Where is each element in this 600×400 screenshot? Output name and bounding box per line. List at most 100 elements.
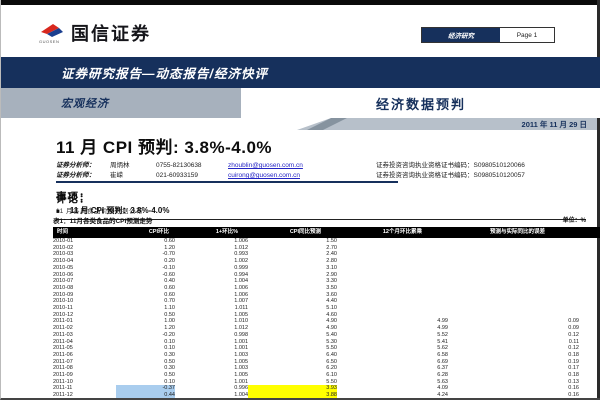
table-row: 2010-080.601.0063.50 [53,285,600,292]
table-cell: 1.010 [175,318,248,325]
table-row: 2011-120.441.0043.884.240.163.9512 个月累计涨… [53,392,600,399]
table-cell: 5.30 [248,339,337,346]
table-cell [579,278,600,285]
table-cell [579,318,600,325]
table-row: 2010-03-0.700.9932.40 [53,251,600,258]
table-cell: 1.001 [175,339,248,346]
column-header: 12个月环比累乘 [337,227,448,238]
table-cell [448,251,579,258]
table-cell: 2010-08 [53,285,116,292]
table-cell: 5.63 [337,379,448,386]
table-cell [337,238,448,245]
table-cell: 0.10 [116,339,175,346]
table-cell [579,379,600,386]
table-cell: 3.95 [579,392,600,399]
table-header-row: 时间CPI环比1+环比%CPI同比预测12个月环比累乘预测与实际同比的误差累计涨… [53,227,600,238]
table-cell [337,251,448,258]
table-cell [448,258,579,265]
table-row: 2011-080.301.0036.206.370.17 [53,365,600,372]
table-cell: 4.60 [248,312,337,319]
table-cell: 0.20 [116,258,175,265]
analysts: 证券分析师：周炳林0755-82130638zhoublin@guosen.co… [56,159,588,179]
table-cell: 4.99 [337,325,448,332]
table-row: 2011-021.201.0124.904.990.09 [53,325,600,332]
table-cell: 0.996 [175,385,248,392]
table-cell: 1.20 [116,325,175,332]
table-cell: 5.50 [248,345,337,352]
table-cell: 6.40 [248,352,337,359]
table-cell: 0.993 [175,251,248,258]
table-cell: 1.006 [175,285,248,292]
table-cell: 1.004 [175,278,248,285]
table-cell [337,298,448,305]
table-cell: -0.37 [116,385,175,392]
table-cell: 1.003 [175,365,248,372]
table-cell: 2010-10 [53,298,116,305]
table-cell [579,332,600,339]
column-header: 预测与实际同比的误差 [448,227,579,238]
table-unit-label: 单位：% [563,215,586,225]
table-cell [579,272,600,279]
analyst-email-link[interactable]: zhoublin@guosen.com.cn [228,162,376,169]
table-cell: 0.999 [175,265,248,272]
table-cell: 3.50 [248,285,337,292]
table-cell [579,265,600,272]
table-cell: 2010-03 [53,251,116,258]
analyst-divider [56,181,398,183]
column-header: CPI同比预测 [248,227,337,238]
table-row: 2010-111.101.0115.10 [53,305,600,312]
table-cell [579,359,600,366]
table-cell: 2011-03 [53,332,116,339]
table-cell: 1.001 [175,379,248,386]
table-cell: 5.40 [248,332,337,339]
table-cell [337,292,448,299]
analyst-email-link[interactable]: cuirong@guosen.com.cn [228,172,376,179]
table-cell: 2010-12 [53,312,116,319]
table-cell: 1.00 [116,318,175,325]
table-cell: 2010-09 [53,292,116,299]
table-cell: 0.12 [448,332,579,339]
analyst-role: 证券分析师： [56,169,110,179]
table-cell: 2.90 [248,272,337,279]
table-cell: 0.30 [116,352,175,359]
table-cell [579,365,600,372]
analyst-role: 证券分析师： [56,159,110,169]
table-cell: 3.60 [248,292,337,299]
table-cell: 0.50 [116,372,175,379]
analyst-cert-code: 证券投资咨询执业资格证书编码：S0980510120057 [376,169,588,179]
table-cell: 4.40 [248,298,337,305]
table-cell: 0.40 [116,278,175,285]
table-cell: 0.50 [116,312,175,319]
table-cell: -0.10 [116,265,175,272]
table-cell: 0.16 [448,392,579,399]
brand: GUOSEN 国信证券 [39,20,151,46]
table-cell: 2010-11 [53,305,116,312]
table-row: 2010-120.501.0054.60 [53,312,600,319]
table-cell: 2.80 [248,258,337,265]
date-bar: 2011 年 11 月 29 日 [297,118,597,130]
table-row: 2010-05-0.100.9993.10 [53,265,600,272]
table-cell [337,312,448,319]
table-cell: 6.58 [337,352,448,359]
section-macro: 宏观经济 [1,88,241,118]
analyst-name: 崔嵘 [110,169,156,179]
table-cell: 2011-02 [53,325,116,332]
table-cell [337,258,448,265]
table-cell: 0.70 [116,298,175,305]
table-cell: 2011-01 [53,318,116,325]
table-cell [579,245,600,252]
table-cell: 0.12 [448,345,579,352]
table-cell [448,292,579,299]
table-cell: 4.48 [579,385,600,392]
table-cell [337,285,448,292]
table-cell: 1.003 [175,352,248,359]
table-cell: 1.10 [116,305,175,312]
table-cell: 1.006 [175,238,248,245]
table-cell: 0.17 [448,365,579,372]
analyst-row: 证券分析师：周炳林0755-82130638zhoublin@guosen.co… [56,159,588,169]
table-cell: 0.50 [116,359,175,366]
table-cell: 0.16 [448,385,579,392]
table-cell: 5.10 [248,305,337,312]
table-row: 2010-070.401.0043.30 [53,278,600,285]
table-cell: 2010-05 [53,265,116,272]
